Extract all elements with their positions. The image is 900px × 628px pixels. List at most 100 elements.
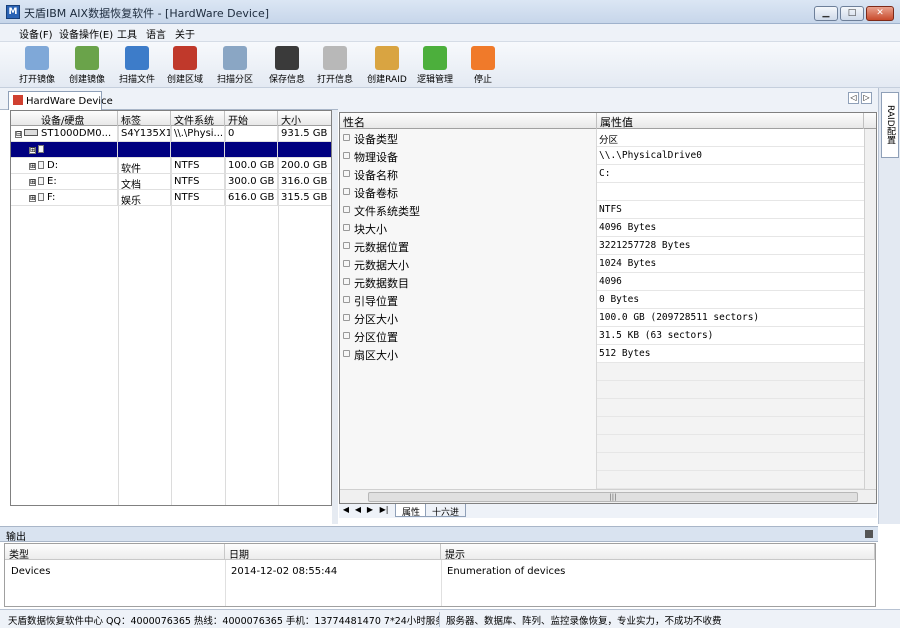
sheet-first-button[interactable]: ◀ [341, 505, 351, 514]
property-row[interactable] [340, 471, 864, 489]
device-cell-text: D: [47, 160, 59, 171]
toolbar-button-7[interactable]: 创建RAID [362, 45, 412, 87]
title-bar: M 天盾IBM AIX数据恢复软件 - [HardWare Device] ▁ … [0, 0, 900, 24]
device-cell-text: 315.5 GB [281, 192, 328, 203]
menu-about[interactable]: 关于 [172, 26, 198, 41]
menu-tools[interactable]: 工具 [114, 26, 140, 41]
property-row[interactable]: 物理设备 \\.\PhysicalDrive0 [340, 147, 864, 165]
property-row[interactable]: 设备类型 分区 [340, 129, 864, 147]
property-row[interactable]: 设备卷标 [340, 183, 864, 201]
sheet-next-button[interactable]: ▶ [365, 505, 375, 514]
column-header-label[interactable]: 标签 [118, 111, 171, 126]
tab-hardware-device[interactable]: HardWare Device [8, 91, 113, 110]
menu-device[interactable]: 设备(F) [16, 26, 56, 41]
tab-prev-button[interactable]: ◁ [848, 92, 859, 104]
toolbar-button-3[interactable]: 创建区域 [160, 45, 210, 87]
floppy-save-icon [275, 46, 299, 70]
pin-icon[interactable] [865, 530, 873, 538]
property-row[interactable]: 文件系统类型 NTFS [340, 201, 864, 219]
toolbar-button-label: 逻辑管理 [416, 75, 453, 85]
menu-language[interactable]: 语言 [143, 26, 169, 41]
maximize-button[interactable]: □ [840, 6, 864, 21]
property-name-text: 物理设备 [354, 151, 398, 164]
column-header-property-name[interactable]: 性名 [340, 113, 597, 129]
tab-hex[interactable]: 十六进 [425, 504, 467, 518]
property-value-cell: 31.5 KB (63 sectors) [599, 330, 714, 341]
property-row[interactable] [340, 399, 864, 417]
readonly-lock-icon [343, 152, 350, 159]
device-row[interactable]: ⊞ D: 软件 NTFS 100.0 GB 200.0 GB [11, 158, 331, 174]
sheet-prev-button[interactable]: ◀ [353, 505, 363, 514]
property-row[interactable] [340, 363, 864, 381]
tab-properties[interactable]: 属性 [395, 504, 428, 518]
toolbar-button-0[interactable]: 打开镜像 [12, 45, 62, 87]
property-row[interactable]: 块大小 4096 Bytes [340, 219, 864, 237]
minimize-button[interactable]: ▁ [814, 6, 838, 21]
property-row[interactable] [340, 417, 864, 435]
column-header-message[interactable]: 提示 [441, 544, 875, 561]
property-row[interactable] [340, 435, 864, 453]
hardware-device-icon [13, 95, 23, 105]
property-row[interactable]: 设备名称 C: [340, 165, 864, 183]
tree-expander-icon[interactable]: ⊞ [29, 195, 36, 202]
property-row[interactable]: 扇区大小 512 Bytes [340, 345, 864, 363]
toolbar-button-label: 停止 [473, 75, 492, 85]
toolbar-button-1[interactable]: 创建镜像 [62, 45, 112, 87]
device-cell-name: ⊞ D: [11, 158, 118, 174]
tree-expander-icon[interactable]: ⊟ [15, 131, 22, 138]
toolbar-button-6[interactable]: 打开信息 [310, 45, 360, 87]
property-row[interactable]: 分区位置 31.5 KB (63 sectors) [340, 327, 864, 345]
property-value-cell [597, 183, 864, 201]
property-row[interactable]: 分区大小 100.0 GB (209728511 sectors) [340, 309, 864, 327]
property-row[interactable]: 元数据数目 4096 [340, 273, 864, 291]
device-cell-text: 200.0 GB [281, 160, 328, 171]
gears-icon [423, 46, 447, 70]
toolbar-button-label: 保存信息 [268, 75, 305, 85]
toolbar-button-9[interactable]: 停止 [458, 45, 508, 87]
column-header-filesystem[interactable]: 文件系统 [171, 111, 225, 126]
toolbar-button-2[interactable]: 扫描文件 [112, 45, 162, 87]
readonly-lock-icon [343, 224, 350, 231]
readonly-lock-icon [343, 242, 350, 249]
device-cell-text: F: [47, 192, 56, 203]
device-row[interactable]: ⊟ ST1000DM0... S4Y135X1 \\.\Physi... 0 931.5 … [11, 126, 331, 142]
close-button[interactable]: ✕ [866, 6, 894, 21]
horizontal-scroll-thumb[interactable]: ||| [368, 492, 858, 502]
output-message-cell: Enumeration of devices [447, 566, 566, 577]
output-type-cell: Devices [11, 566, 51, 577]
property-name-cell: 物理设备 [340, 147, 597, 165]
column-header-device[interactable]: 设备/硬盘 [11, 111, 118, 126]
tree-expander-icon[interactable]: ⊞ [29, 179, 36, 186]
tree-expander-icon[interactable]: ⊞ [29, 147, 36, 154]
device-row[interactable]: ⊞ [11, 142, 331, 158]
property-row[interactable] [340, 453, 864, 471]
column-header-type[interactable]: 类型 [5, 544, 225, 561]
column-header-date[interactable]: 日期 [225, 544, 441, 561]
sheet-last-button[interactable]: ▶| [377, 505, 391, 514]
toolbar-button-5[interactable]: 保存信息 [262, 45, 312, 87]
property-name-text: 元数据位置 [354, 241, 409, 254]
property-row[interactable]: 引导位置 0 Bytes [340, 291, 864, 309]
device-row[interactable]: ⊞ F: 娱乐 NTFS 616.0 GB 315.5 GB [11, 190, 331, 206]
vertical-scrollbar[interactable] [864, 129, 876, 489]
menu-device-ops[interactable]: 设备操作(E) [56, 26, 116, 41]
hard-disk-icon [24, 129, 38, 136]
column-header-property-value[interactable]: 属性值 [597, 113, 864, 129]
property-row[interactable]: 元数据大小 1024 Bytes [340, 255, 864, 273]
column-header-size[interactable]: 大小 [278, 111, 331, 126]
toolbar-button-8[interactable]: 逻辑管理 [410, 45, 460, 87]
property-name-cell [340, 381, 597, 399]
toolbar-button-4[interactable]: 扫描分区 [210, 45, 260, 87]
partition-icon [38, 193, 44, 201]
tab-next-button[interactable]: ▷ [861, 92, 872, 104]
device-row[interactable]: ⊞ E: 文档 NTFS 300.0 GB 316.0 GB [11, 174, 331, 190]
property-row[interactable] [340, 381, 864, 399]
column-header-start[interactable]: 开始 [225, 111, 278, 126]
tab-raid-config[interactable]: RAID配置 [881, 92, 899, 158]
horizontal-scrollbar[interactable]: ||| [340, 489, 876, 503]
toolbar-button-label: 创建RAID [367, 75, 407, 85]
tree-expander-icon[interactable]: ⊞ [29, 163, 36, 170]
panel-splitter[interactable] [332, 110, 338, 524]
property-name-cell: 设备卷标 [340, 183, 597, 201]
property-row[interactable]: 元数据位置 3221257728 Bytes [340, 237, 864, 255]
